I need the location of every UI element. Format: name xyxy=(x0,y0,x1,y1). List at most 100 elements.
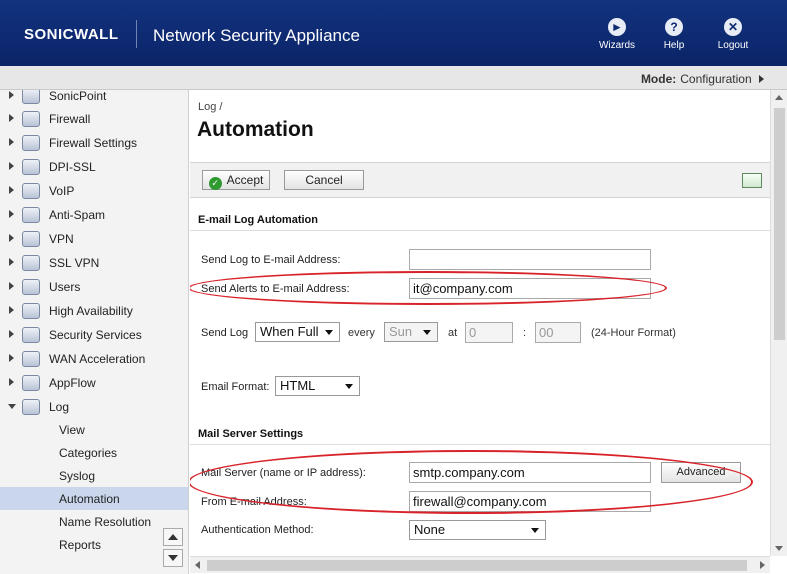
scroll-right-icon[interactable] xyxy=(760,561,765,569)
expand-arrow-icon[interactable] xyxy=(9,210,14,218)
firewall-icon xyxy=(22,111,40,127)
sonicpoint-icon xyxy=(22,90,40,104)
authentication-method-select[interactable]: None xyxy=(409,520,546,540)
sidebar-item-appflow[interactable]: AppFlow xyxy=(0,371,188,395)
advanced-button[interactable]: Advanced xyxy=(661,462,741,483)
sidebar-item-firewall[interactable]: Firewall xyxy=(0,107,188,131)
scroll-down-icon[interactable] xyxy=(775,546,783,551)
mail-server-input[interactable]: smtp.company.com xyxy=(409,462,651,483)
wizards-button[interactable]: ► Wizards xyxy=(592,18,642,51)
sidebar-item-security-services[interactable]: Security Services xyxy=(0,323,188,347)
expand-arrow-icon[interactable] xyxy=(9,330,14,338)
authentication-method-value: None xyxy=(414,522,446,537)
sidebar-subitem-label: Syslog xyxy=(59,469,96,483)
email-log-automation-heading: E-mail Log Automation xyxy=(198,214,318,226)
mode-value: Configuration xyxy=(680,72,752,86)
expand-arrow-icon[interactable] xyxy=(9,186,14,194)
minute-input[interactable]: 00 xyxy=(535,322,581,343)
page-title: Automation xyxy=(197,118,314,141)
scrollbar-thumb[interactable] xyxy=(207,560,747,571)
expand-arrow-icon[interactable] xyxy=(9,114,14,122)
ssl-vpn-icon xyxy=(22,255,40,271)
sidebar-scroll-down-button[interactable] xyxy=(163,549,183,567)
scroll-left-icon[interactable] xyxy=(195,561,200,569)
sidebar-item-users[interactable]: Users xyxy=(0,275,188,299)
from-email-input[interactable]: firewall@company.com xyxy=(409,491,651,512)
send-alerts-email-input[interactable]: it@company.com xyxy=(409,278,651,299)
cancel-label: Cancel xyxy=(305,173,343,187)
expand-arrow-icon[interactable] xyxy=(9,378,14,386)
sidebar-item-label: WAN Acceleration xyxy=(49,352,146,366)
sidebar-item-anti-spam[interactable]: Anti-Spam xyxy=(0,203,188,227)
sidebar-item-label: SonicPoint xyxy=(49,90,107,103)
sidebar-subitem-categories[interactable]: Categories xyxy=(0,441,188,464)
sidebar-item-sonicpoint[interactable]: SonicPoint xyxy=(0,90,188,108)
sidebar-subitem-name-resolution[interactable]: Name Resolution xyxy=(0,510,188,533)
accept-button[interactable]: ✓ Accept xyxy=(202,170,270,190)
sidebar-subitem-label: Categories xyxy=(59,446,118,460)
collapse-arrow-icon[interactable] xyxy=(8,404,16,409)
expand-arrow-icon[interactable] xyxy=(9,258,14,266)
sidebar-subitem-view[interactable]: View xyxy=(0,418,188,441)
sidebar-subitem-syslog[interactable]: Syslog xyxy=(0,464,188,487)
vertical-scrollbar[interactable] xyxy=(770,90,787,556)
chart-icon xyxy=(22,375,40,391)
expand-arrow-icon[interactable] xyxy=(9,162,14,170)
sidebar-item-dpi-ssl[interactable]: DPI-SSL xyxy=(0,155,188,179)
sidebar-item-high-availability[interactable]: High Availability xyxy=(0,299,188,323)
send-log-when-value: When Full xyxy=(260,324,319,339)
sidebar-item-label: AppFlow xyxy=(49,376,96,390)
from-email-label: From E-mail Address: xyxy=(201,496,307,508)
dpi-ssl-icon xyxy=(22,159,40,175)
wizards-label: Wizards xyxy=(598,40,636,51)
sidebar-subitem-reports[interactable]: Reports xyxy=(0,533,188,556)
sidebar-subitem-automation[interactable]: Automation xyxy=(0,487,188,510)
brand-logo: SONICWALL xyxy=(24,26,119,43)
sidebar-item-label: DPI-SSL xyxy=(49,160,96,174)
expand-arrow-icon[interactable] xyxy=(9,282,14,290)
send-log-email-input[interactable] xyxy=(409,249,651,270)
horizontal-scrollbar[interactable] xyxy=(190,556,770,573)
logout-label: Logout xyxy=(717,40,749,51)
send-log-when-label: Send Log xyxy=(201,327,249,339)
sidebar-nav: SonicPoint Firewall Firewall Settings DP… xyxy=(0,90,189,574)
header-divider xyxy=(136,20,137,48)
sidebar-scroll-up-button[interactable] xyxy=(163,528,183,546)
expand-arrow-icon[interactable] xyxy=(9,91,14,99)
check-icon: ✓ xyxy=(208,177,222,190)
expand-arrow-icon[interactable] xyxy=(9,354,14,362)
accept-label: Accept xyxy=(226,173,264,187)
expand-arrow-icon[interactable] xyxy=(9,138,14,146)
expand-arrow-icon[interactable] xyxy=(9,234,14,242)
app-title: Network Security Appliance xyxy=(153,26,360,45)
email-format-label: Email Format: xyxy=(201,381,270,393)
sidebar-item-label: Anti-Spam xyxy=(49,208,106,222)
expand-arrow-icon[interactable] xyxy=(9,306,14,314)
send-log-when-select[interactable]: When Full xyxy=(255,322,340,342)
sidebar-item-vpn[interactable]: VPN xyxy=(0,227,188,251)
day-select[interactable]: Sun xyxy=(384,322,438,342)
scroll-up-icon[interactable] xyxy=(775,95,783,100)
help-button[interactable]: ? Help xyxy=(649,18,699,51)
scrollbar-thumb[interactable] xyxy=(774,108,785,340)
wan-icon xyxy=(22,351,40,367)
gear-icon xyxy=(22,135,40,151)
logout-button[interactable]: ✕ Logout xyxy=(708,18,758,51)
action-toolbar: ✓ Accept Cancel xyxy=(190,162,770,198)
chevron-down-icon xyxy=(345,384,353,389)
export-icon[interactable] xyxy=(742,173,762,188)
sidebar-item-log[interactable]: Log xyxy=(0,395,188,419)
sidebar-item-firewall-settings[interactable]: Firewall Settings xyxy=(0,131,188,155)
sidebar-item-wan-acceleration[interactable]: WAN Acceleration xyxy=(0,347,188,371)
hour-input[interactable]: 0 xyxy=(465,322,513,343)
cancel-button[interactable]: Cancel xyxy=(284,170,364,190)
time-colon: : xyxy=(523,327,527,339)
breadcrumb[interactable]: Log / xyxy=(198,101,222,113)
mode-selector[interactable]: Mode: Configuration xyxy=(641,72,764,86)
email-format-select[interactable]: HTML xyxy=(275,376,360,396)
mode-arrow-icon xyxy=(759,75,764,83)
main-panel: Log / Automation ✓ Accept Cancel E-mail L… xyxy=(190,90,770,556)
sidebar-item-ssl-vpn[interactable]: SSL VPN xyxy=(0,251,188,275)
logout-icon: ✕ xyxy=(724,18,742,36)
sidebar-item-voip[interactable]: VoIP xyxy=(0,179,188,203)
